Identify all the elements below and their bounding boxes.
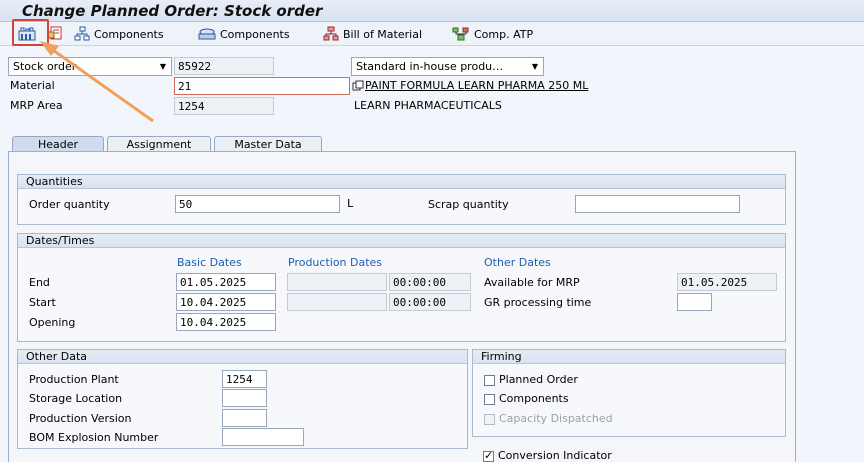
chevron-down-icon: ▼ <box>159 62 166 71</box>
scrap-quantity-label: Scrap quantity <box>428 198 509 211</box>
components-checkbox[interactable] <box>484 394 495 405</box>
tab-assignment[interactable]: Assignment <box>107 136 211 152</box>
tray-icon <box>198 28 216 40</box>
conversion-indicator-checkbox[interactable] <box>483 449 494 462</box>
mrp-area-label: MRP Area <box>10 99 63 112</box>
bom-explosion-number-input[interactable] <box>222 428 304 446</box>
production-start-time-field: 00:00:00 <box>389 293 471 311</box>
mrp-area-field: 1254 <box>174 97 274 115</box>
production-end-date-field <box>287 273 387 291</box>
tab-header[interactable]: Header <box>12 136 104 152</box>
title-bar: Change Planned Order: Stock order <box>0 0 864 22</box>
application-toolbar: Components Components Bill of Material C… <box>0 22 864 46</box>
storage-location-input[interactable] <box>222 389 267 407</box>
basic-start-date-input[interactable]: 10.04.2025 <box>176 293 276 311</box>
copy-icon[interactable] <box>352 80 364 95</box>
start-label: Start <box>29 296 56 309</box>
components-tree-button[interactable]: Components <box>74 25 164 43</box>
other-data-title: Other Data <box>18 350 467 364</box>
procurement-value: Standard in-house produ… <box>356 60 504 73</box>
storage-location-label: Storage Location <box>29 392 123 405</box>
gr-processing-time-label: GR processing time <box>484 296 592 309</box>
gr-processing-time-input[interactable] <box>677 293 712 311</box>
bill-of-material-label: Bill of Material <box>343 27 422 41</box>
basic-dates-heading: Basic Dates <box>177 256 242 269</box>
header-tab-panel: Quantities Order quantity 50 L Scrap qua… <box>8 151 796 462</box>
opening-date-input[interactable]: 10.04.2025 <box>176 313 276 331</box>
mrp-area-description: LEARN PHARMACEUTICALS <box>354 99 502 112</box>
planned-order-checkbox[interactable] <box>484 375 495 386</box>
atp-check-icon <box>452 27 469 41</box>
procurement-dropdown[interactable]: Standard in-house produ… ▼ <box>351 57 544 76</box>
planned-order-number-field: 85922 <box>174 57 274 75</box>
window-title: Change Planned Order: Stock order <box>22 2 323 20</box>
comp-atp-button[interactable]: Comp. ATP <box>452 25 533 43</box>
structure-icon <box>323 26 339 41</box>
order-quantity-label: Order quantity <box>29 198 110 211</box>
conversion-indicator-label: Conversion Indicator <box>498 449 612 462</box>
components-label: Components <box>499 392 569 405</box>
unit-label: L <box>347 197 354 210</box>
bom-explosion-number-label: BOM Explosion Number <box>29 431 159 444</box>
available-for-mrp-field: 01.05.2025 <box>677 273 777 291</box>
production-plant-label: Production Plant <box>29 373 119 386</box>
opening-label: Opening <box>29 316 76 329</box>
available-for-mrp-label: Available for MRP <box>484 276 580 289</box>
material-label: Material <box>10 79 55 92</box>
other-data-group: Other Data Production Plant 1254 Storage… <box>17 349 468 449</box>
production-start-date-field <box>287 293 387 311</box>
dates-times-group: Dates/Times Basic Dates Production Dates… <box>17 233 786 342</box>
highlight-box <box>12 19 49 46</box>
order-type-value: Stock order <box>13 60 77 73</box>
dates-times-title: Dates/Times <box>18 234 785 248</box>
end-label: End <box>29 276 50 289</box>
components-list-label: Components <box>220 27 290 41</box>
order-type-dropdown[interactable]: Stock order ▼ <box>8 57 172 76</box>
chevron-down-icon: ▼ <box>531 62 538 71</box>
print-document-button[interactable] <box>47 25 63 43</box>
document-icon <box>47 26 62 40</box>
scrap-quantity-input[interactable] <box>575 195 740 213</box>
planned-order-label: Planned Order <box>499 373 578 386</box>
production-end-time-field: 00:00:00 <box>389 273 471 291</box>
firming-title: Firming <box>473 350 785 364</box>
quantities-title: Quantities <box>18 175 785 189</box>
production-plant-input[interactable]: 1254 <box>222 370 267 388</box>
hierarchy-icon <box>74 26 90 41</box>
production-dates-heading: Production Dates <box>288 256 383 269</box>
components-list-button[interactable]: Components <box>198 25 290 43</box>
material-input[interactable]: 21 <box>174 77 350 95</box>
production-version-input[interactable] <box>222 409 267 427</box>
basic-end-date-input[interactable]: 01.05.2025 <box>176 273 276 291</box>
material-description: PAINT FORMULA LEARN PHARMA 250 ML <box>365 79 589 92</box>
capacity-dispatched-label: Capacity Dispatched <box>499 412 613 425</box>
quantities-group: Quantities Order quantity 50 L Scrap qua… <box>17 174 786 225</box>
firming-group: Firming Planned Order Components Capacit… <box>472 349 786 437</box>
order-quantity-input[interactable]: 50 <box>175 195 340 213</box>
capacity-dispatched-checkbox <box>484 414 495 425</box>
production-version-label: Production Version <box>29 412 132 425</box>
bill-of-material-button[interactable]: Bill of Material <box>323 25 422 43</box>
comp-atp-label: Comp. ATP <box>474 27 534 41</box>
tab-master-data[interactable]: Master Data <box>214 136 322 152</box>
components-tree-label: Components <box>94 27 164 41</box>
other-dates-heading: Other Dates <box>484 256 551 269</box>
